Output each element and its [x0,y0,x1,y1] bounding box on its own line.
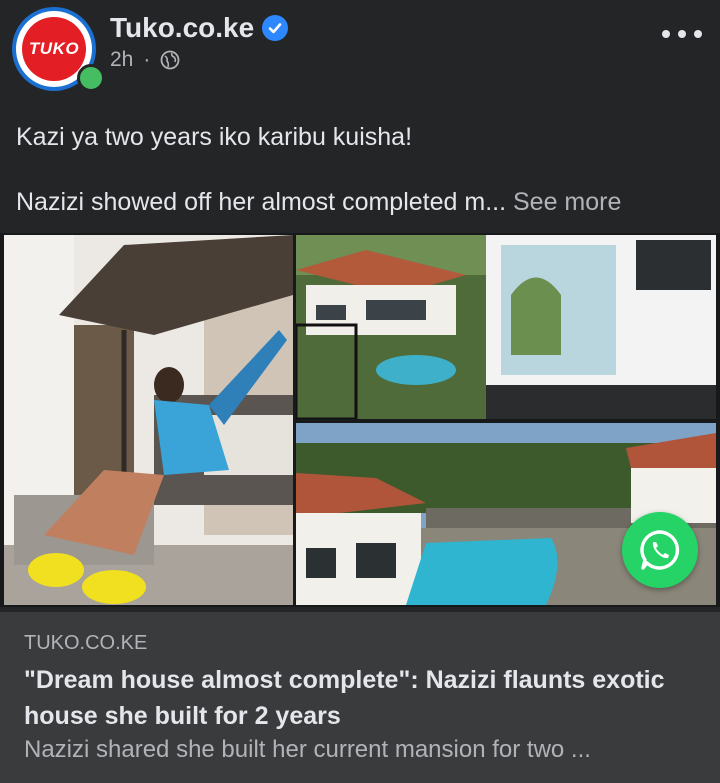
post-text-line2: Nazizi showed off her almost completed m… [16,186,706,219]
post-meta: 2h · [110,48,180,72]
meta-separator: · [143,48,151,71]
link-description: Nazizi shared she built her current mans… [24,736,591,763]
online-status-dot [77,64,105,92]
photo-house-balcony[interactable] [296,235,716,419]
link-title[interactable]: "Dream house almost complete": Nazizi fl… [24,662,704,734]
page-name[interactable]: Tuko.co.ke [110,12,254,44]
globe-icon [160,50,180,70]
link-domain: TUKO.CO.KE [24,632,148,654]
post-time[interactable]: 2h [110,48,133,72]
more-options-icon[interactable] [662,22,702,46]
post-text-line1: Kazi ya two years iko karibu kuisha! [16,123,413,151]
see-more-link[interactable]: See more [513,188,621,216]
page-name-row: Tuko.co.ke [110,12,289,44]
post-header: TUKO Tuko.co.ke 2h · [0,0,720,100]
photo-woman-swing[interactable] [4,235,293,605]
photo-gallery [0,233,720,607]
post-text-truncated: Nazizi showed off her almost completed m… [16,188,507,216]
whatsapp-icon[interactable] [622,512,698,588]
verified-badge-icon [262,15,289,41]
avatar-logo-text: TUKO [28,39,80,58]
